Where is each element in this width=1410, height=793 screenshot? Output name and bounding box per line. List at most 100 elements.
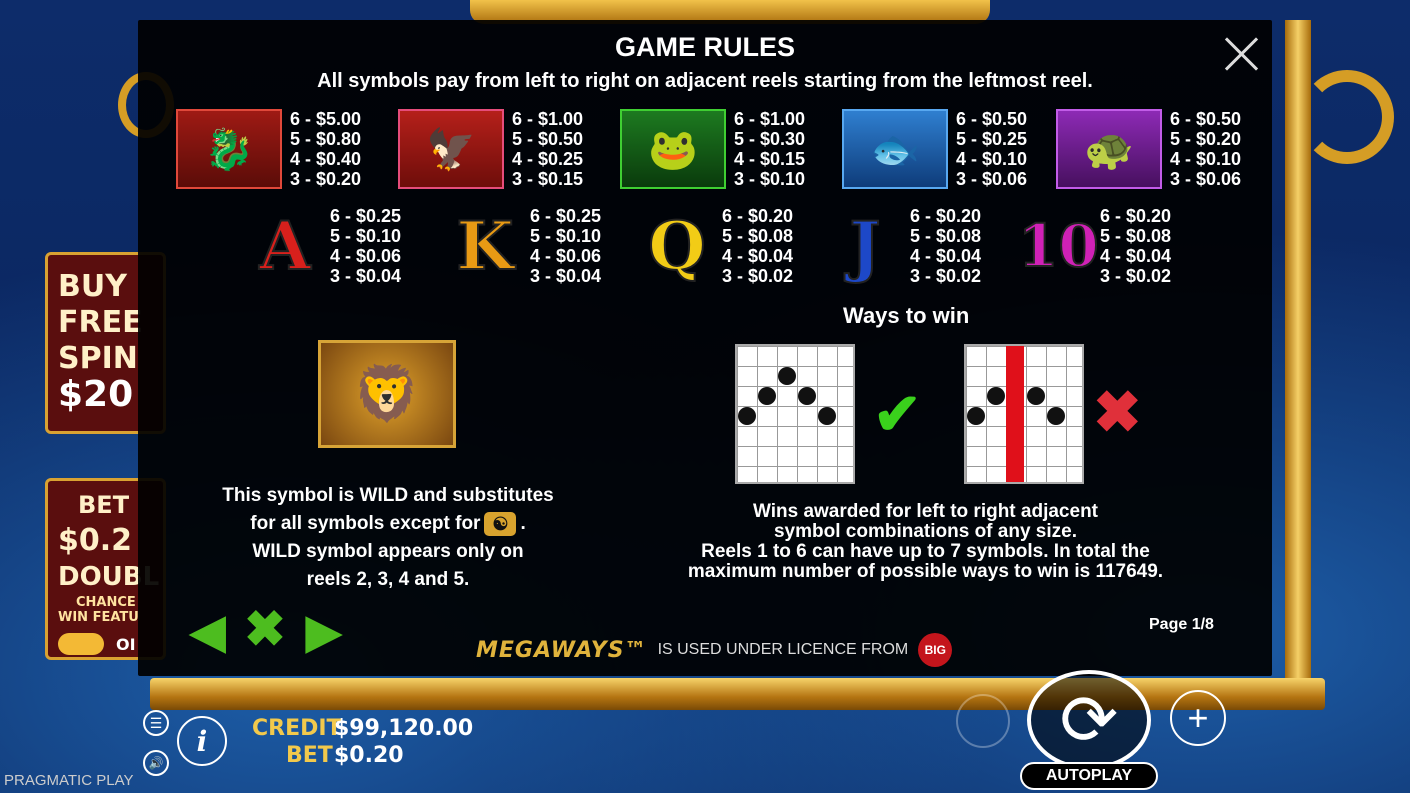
- yin-yang-scatter-icon: ☯: [484, 511, 517, 536]
- paytable-entry: J 6 - $0.20 5 - $0.08 4 - $0.04 3 - $0.02: [828, 206, 981, 286]
- dialog-subtitle: All symbols pay from left to right on ad…: [317, 70, 1093, 92]
- pay-6: 6 - $1.00: [734, 109, 806, 129]
- pay-5: 5 - $0.08: [722, 226, 794, 246]
- megaways-logo: MEGAWAYS™: [476, 637, 648, 663]
- wild-line-2-end: .: [520, 513, 526, 534]
- wild-line-3: WILD symbol appears only on: [252, 541, 524, 562]
- symbol-dot: [798, 387, 816, 405]
- cross-icon: ✖: [1093, 380, 1142, 445]
- pay-6: 6 - $0.25: [330, 206, 402, 226]
- letter-k-icon: K: [455, 207, 514, 285]
- paytable-entry: 🐟 6 - $0.50 5 - $0.25 4 - $0.10 3 - $0.06: [842, 109, 1027, 189]
- pay-6: 6 - $0.50: [956, 109, 1028, 129]
- wild-lion-icon: 🦁: [318, 340, 456, 448]
- symbol-dot: [818, 407, 836, 425]
- pay-5: 5 - $0.25: [956, 129, 1028, 149]
- pay-5: 5 - $0.10: [530, 226, 602, 246]
- checkmark-icon: ✔: [873, 382, 922, 447]
- letter-j-icon: J: [848, 207, 881, 285]
- pay-3: 3 - $0.15: [512, 169, 584, 189]
- pay-5: 5 - $0.08: [910, 226, 982, 246]
- page-indicator: Page 1/8: [1149, 616, 1214, 633]
- pay-6: 6 - $1.00: [512, 109, 584, 129]
- pay-4: 4 - $0.04: [910, 246, 982, 266]
- wild-line-4: reels 2, 3, 4 and 5.: [306, 569, 470, 590]
- right-scroll-ornament: [1300, 70, 1394, 164]
- pay-5: 5 - $0.10: [330, 226, 402, 246]
- paytable-entry: 🦅 6 - $1.00 5 - $0.50 4 - $0.25 3 - $0.15: [398, 109, 583, 189]
- next-page-arrow-icon[interactable]: ▶: [306, 604, 341, 658]
- spin-button[interactable]: ⟳: [1027, 670, 1151, 770]
- close-icon[interactable]: [1223, 36, 1259, 72]
- paytable-entry: A 6 - $0.25 5 - $0.10 4 - $0.06 3 - $0.04: [248, 206, 401, 286]
- phoenix-icon: 🦅: [398, 109, 504, 189]
- pay-4: 4 - $0.06: [530, 246, 602, 266]
- ways-invalid-example: [964, 344, 1084, 484]
- pay-4: 4 - $0.25: [512, 149, 584, 169]
- ways-line-2: symbol combinations of any size.: [773, 521, 1077, 542]
- pay-4: 4 - $0.10: [1170, 149, 1242, 169]
- game-rules-dialog: GAME RULES All symbols pay from left to …: [138, 20, 1272, 676]
- paytable-entry: Q 6 - $0.20 5 - $0.08 4 - $0.04 3 - $0.02: [640, 206, 793, 286]
- licence-text: IS USED UNDER LICENCE FROM: [657, 641, 909, 658]
- symbol-dot: [1027, 387, 1045, 405]
- koi-icon: 🐟: [842, 109, 948, 189]
- pay-3: 3 - $0.02: [722, 266, 794, 286]
- bet-value: $0.20: [334, 743, 404, 768]
- pay-5: 5 - $0.80: [290, 129, 362, 149]
- info-icon[interactable]: i: [177, 716, 227, 766]
- licence-line: MEGAWAYS™ IS USED UNDER LICENCE FROM BIG: [476, 633, 953, 667]
- letter-q-icon: Q: [647, 207, 707, 285]
- wild-description: This symbol is WILD and substitutes for …: [198, 482, 578, 594]
- wild-line-2: for all symbols except for: [250, 513, 481, 534]
- broken-reel-bar: [1006, 346, 1024, 482]
- toad-icon: 🐸: [620, 109, 726, 189]
- symbol-dot: [758, 387, 776, 405]
- plus-bet-icon[interactable]: +: [1170, 690, 1226, 746]
- pay-3: 3 - $0.02: [910, 266, 982, 286]
- pay-3: 3 - $0.06: [1170, 169, 1242, 189]
- wild-line-1: This symbol is WILD and substitutes: [222, 485, 554, 506]
- symbol-dot: [1047, 407, 1065, 425]
- autoplay-button[interactable]: AUTOPLAY: [1020, 762, 1158, 790]
- paytable-entry: 🐉 6 - $5.00 5 - $0.80 4 - $0.40 3 - $0.20: [176, 109, 361, 189]
- pay-5: 5 - $0.30: [734, 129, 806, 149]
- pay-6: 6 - $0.20: [910, 206, 982, 226]
- minus-bet-icon[interactable]: [956, 694, 1010, 748]
- prev-page-arrow-icon[interactable]: ◀: [190, 604, 225, 658]
- pay-6: 6 - $0.20: [1100, 206, 1172, 226]
- pay-6: 6 - $0.25: [530, 206, 602, 226]
- pay-4: 4 - $0.04: [722, 246, 794, 266]
- menu-icon[interactable]: ☰: [143, 710, 169, 736]
- pay-3: 3 - $0.04: [530, 266, 602, 286]
- pay-4: 4 - $0.04: [1100, 246, 1172, 266]
- sound-icon[interactable]: 🔊: [143, 750, 169, 776]
- dialog-title: GAME RULES: [614, 32, 795, 62]
- ways-description: Wins awarded for left to right adjacent …: [658, 502, 1193, 582]
- paytable-entry: K 6 - $0.25 5 - $0.10 4 - $0.06 3 - $0.04: [448, 206, 601, 286]
- frame-bottom: [150, 678, 1325, 710]
- bet-label: BET: [286, 743, 333, 768]
- paytable-entry: 10 6 - $0.20 5 - $0.08 4 - $0.04 3 - $0.02: [1017, 206, 1172, 286]
- turtle-icon: 🐢: [1056, 109, 1162, 189]
- pay-6: 6 - $5.00: [290, 109, 362, 129]
- pay-5: 5 - $0.20: [1170, 129, 1242, 149]
- pay-3: 3 - $0.20: [290, 169, 362, 189]
- pay-4: 4 - $0.10: [956, 149, 1028, 169]
- toggle-state: OI: [116, 634, 136, 654]
- pay-3: 3 - $0.02: [1100, 266, 1172, 286]
- paytable-entry: 🐢 6 - $0.50 5 - $0.20 4 - $0.10 3 - $0.06: [1056, 109, 1241, 189]
- symbol-dot: [738, 407, 756, 425]
- ways-line-4: maximum number of possible ways to win i…: [687, 561, 1164, 582]
- pay-3: 3 - $0.06: [956, 169, 1028, 189]
- pay-3: 3 - $0.10: [734, 169, 806, 189]
- letter-10-icon: 10: [1017, 211, 1100, 281]
- letter-a-icon: A: [258, 207, 311, 285]
- brand-label: PRAGMATIC PLAY: [4, 772, 134, 789]
- paytable-entry: 🐸 6 - $1.00 5 - $0.30 4 - $0.15 3 - $0.10: [620, 109, 805, 189]
- symbol-dot: [967, 407, 985, 425]
- credit-value: $99,120.00: [334, 716, 474, 741]
- close-rules-x-icon[interactable]: ✖: [244, 600, 286, 658]
- symbol-dot: [987, 387, 1005, 405]
- double-chance-toggle[interactable]: [58, 633, 104, 655]
